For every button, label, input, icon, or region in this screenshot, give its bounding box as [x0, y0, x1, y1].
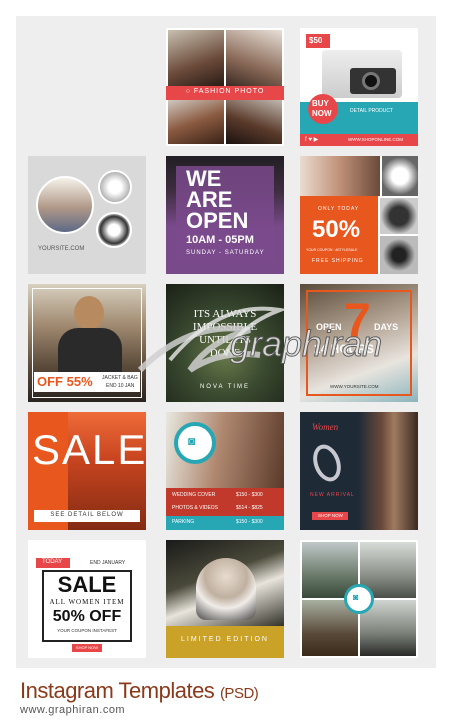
free-shipping-label: FREE SHIPPING: [312, 258, 364, 264]
end-date-label: END 10 JAN: [106, 383, 135, 389]
bracelet-image: [308, 440, 346, 486]
template-50-off: ONLY TODAY 50% YOUR COUPON : #STYLESALE …: [300, 156, 418, 274]
off-55-label: OFF 55%: [37, 374, 93, 389]
row-2-price: $514 - $825: [236, 505, 263, 511]
code-label: YOUR COUPON INSTAFEST: [57, 628, 117, 633]
photo-woman-1: [168, 30, 224, 86]
circle-shirt-1: [98, 170, 132, 204]
site-label: YOURSITE.COM: [38, 246, 85, 252]
photo-woman-3: [168, 100, 224, 144]
price-label: $50: [309, 36, 323, 45]
template-women-bracelet: Women NEW ARRIVAL SHOP NOW: [300, 412, 418, 530]
today-label: TODAY: [42, 559, 63, 565]
detail-product-label: DETAIL PRODUCT: [350, 108, 394, 114]
photo-people: [300, 156, 380, 196]
social-icons: f ♥ ▶: [305, 137, 319, 143]
template-fashion-photo: ○ FASHION PHOTO: [166, 28, 284, 146]
template-sale-50: TODAY END JANUARY SALE ALL WOMEN ITEM 50…: [28, 540, 146, 658]
caption-suffix: (PSD): [219, 685, 259, 702]
hours-label: 10AM - 05PM: [186, 234, 254, 246]
end-label: END JANUARY: [90, 560, 126, 566]
template-camera-product: $50 BUY NOW DETAIL PRODUCT f ♥ ▶ WWW.SHO…: [300, 28, 418, 146]
detail-label: SEE DETAIL BELOW: [50, 512, 124, 518]
template-off-55: OFF 55% JACKET & BAG END 10 JAN: [28, 284, 146, 402]
circle-model: [36, 176, 94, 234]
caption-title: Instagram Templates (PSD): [20, 678, 259, 704]
now-label: NOW: [312, 109, 332, 118]
camera-lens: [362, 72, 380, 90]
hours-label: 24 HOURS: [314, 342, 375, 356]
seven-label: 7: [344, 295, 371, 348]
shop-label: SHOP NOW: [75, 645, 99, 650]
arrival-label: NEW ARRIVAL: [310, 492, 355, 498]
coupon-label: YOUR COUPON : #STYLESALE: [306, 248, 358, 252]
photo-woman-4: [226, 100, 282, 144]
camera-icon: ◙: [353, 592, 359, 602]
template-collage-background: ○ FASHION PHOTO $50 BUY NOW DETAIL PRODU…: [16, 16, 436, 668]
quote-line-3: UNTIL ITS: [199, 334, 251, 346]
photo-shirt-dark: [380, 198, 418, 234]
quote-line-2: IMPOSSIBLE: [192, 321, 258, 333]
template-sale-orange: SALE SEE DETAIL BELOW: [28, 412, 146, 530]
row-2-name: PHOTOS & VIDEOS: [172, 505, 219, 511]
banner-label: ○ FASHION PHOTO: [185, 88, 265, 95]
jacket-bag-label: JACKET & BAG: [102, 375, 138, 381]
circle-shirt-2: [96, 212, 132, 248]
buy-label: BUY: [312, 99, 329, 108]
women-item-label: ALL WOMEN ITEM: [49, 598, 125, 606]
quote-footer: NOVA TIME: [199, 384, 251, 390]
sale-label: SALE: [57, 572, 117, 597]
women-label: Women: [312, 422, 339, 432]
template-we-are-open: WE ARE OPEN 10AM - 05PM SUNDAY - SATURDA…: [166, 156, 284, 274]
limited-label: LIMITED EDITION: [181, 636, 269, 643]
url-label: WWW.YOURSITE.COM: [330, 384, 379, 389]
caption-url[interactable]: www.graphiran.com: [20, 704, 125, 716]
quote-line-1: ITS ALWAYS: [193, 308, 257, 320]
camera-icon: ◙: [188, 434, 196, 448]
template-limited-edition: LIMITED EDITION: [166, 540, 284, 658]
only-today-label: ONLY TODAY: [318, 206, 360, 212]
shop-label: SHOP NOW: [318, 513, 343, 518]
template-tshirt-circles: YOURSITE.COM: [28, 156, 146, 274]
template-quote: ITS ALWAYS IMPOSSIBLE UNTIL ITS DONE NOV…: [166, 284, 284, 402]
template-wedding: ◙ WEDDING COVER $150 - $300 PHOTOS & VID…: [166, 412, 284, 530]
row-1-price: $150 - $300: [236, 492, 263, 498]
model-silhouette: [196, 558, 256, 620]
row-1-name: WEDDING COVER: [172, 492, 216, 498]
row-3-price: $150 - $300: [236, 519, 263, 525]
percent-label: 50%: [312, 216, 361, 243]
template-open-7-days: OPEN 7 DAYS 24 HOURS WWW.YOURSITE.COM: [300, 284, 418, 402]
shop-url: WWW.SHOPONLINE.COM: [348, 137, 403, 142]
days-label: SUNDAY - SATURDAY: [186, 250, 265, 256]
sale-label: SALE: [32, 426, 146, 473]
photo-shoes: [380, 236, 418, 274]
off-label: 50% OFF: [52, 608, 122, 625]
caption-title-text: Instagram Templates: [20, 678, 215, 703]
open-label: OPEN: [316, 322, 342, 332]
photo-shirt-top: [382, 156, 418, 196]
row-3-name: PARKING: [172, 519, 195, 525]
woman-photo: [358, 412, 418, 530]
open-label: OPEN: [186, 208, 249, 233]
camera-circle: [344, 584, 374, 614]
photo-woman-2: [226, 30, 282, 86]
quote-line-4: DONE: [209, 347, 241, 359]
template-landscape-collage: ◙: [300, 540, 418, 658]
days-label: DAYS: [374, 322, 399, 332]
